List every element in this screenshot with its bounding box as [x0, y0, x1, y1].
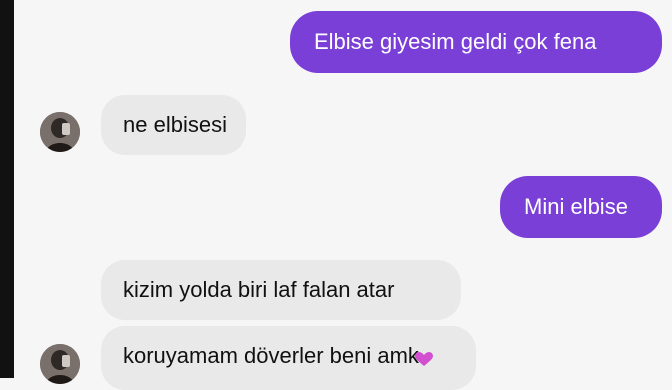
left-edge-bar [0, 0, 14, 378]
outgoing-message-bubble[interactable]: Elbise giyesim geldi çok fena [290, 11, 662, 73]
message-text: koruyamam döverler beni amk [123, 343, 419, 368]
message-text: kizim yolda biri laf falan atar [123, 277, 395, 302]
message-text: Mini elbise [524, 194, 628, 219]
outgoing-message-bubble[interactable]: Mini elbise [500, 176, 662, 238]
contact-avatar[interactable] [40, 344, 80, 384]
heart-icon[interactable] [415, 352, 433, 366]
contact-avatar[interactable] [40, 112, 80, 152]
message-text: ne elbisesi [123, 112, 227, 137]
incoming-message-bubble[interactable]: ne elbisesi [101, 95, 246, 155]
avatar-icon [40, 112, 80, 152]
message-text: Elbise giyesim geldi çok fena [314, 29, 597, 54]
incoming-message-bubble[interactable]: kizim yolda biri laf falan atar [101, 260, 461, 320]
avatar-icon [40, 344, 80, 384]
